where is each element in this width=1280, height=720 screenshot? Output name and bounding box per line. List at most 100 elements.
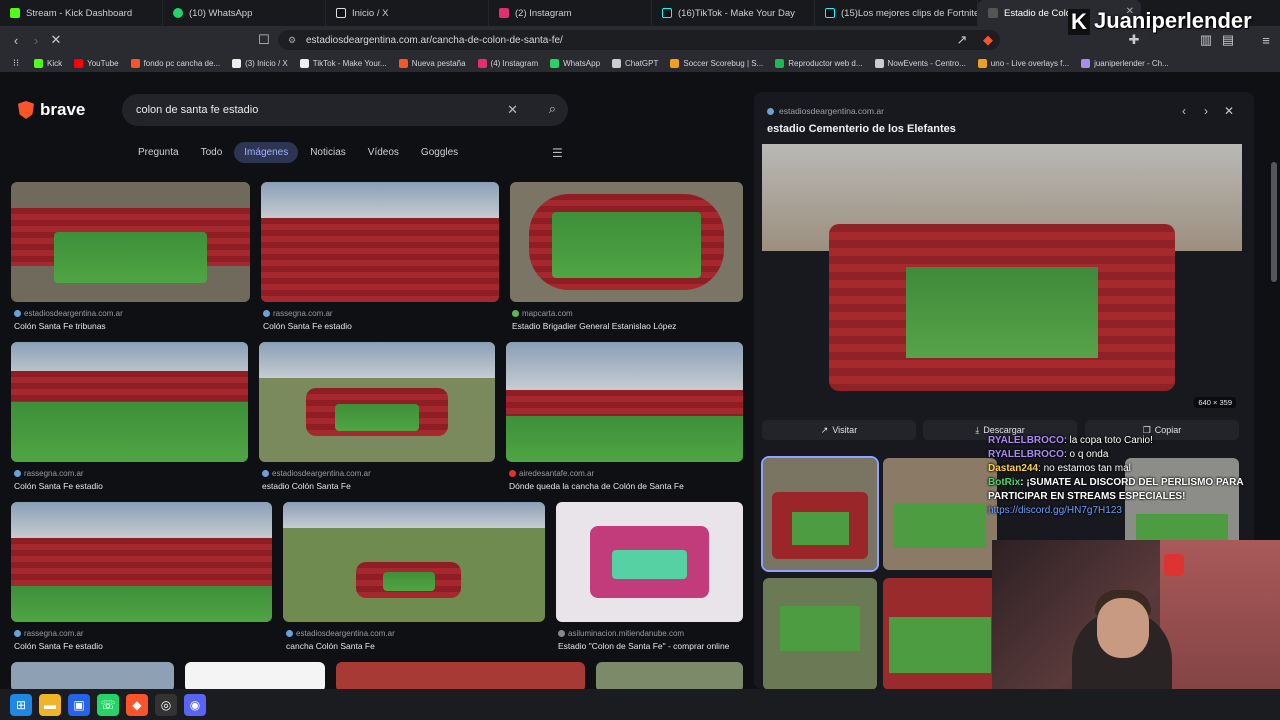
apps-icon[interactable]: ⁝⁝ bbox=[6, 53, 26, 73]
result-source[interactable]: rassegna.com.ar bbox=[263, 309, 333, 318]
result-image[interactable] bbox=[11, 662, 174, 689]
bookmark-nueva-pestana[interactable]: Nueva pestaña bbox=[398, 58, 466, 68]
related-image[interactable] bbox=[883, 578, 997, 689]
result-image[interactable] bbox=[596, 662, 743, 689]
bookmark-nowevents[interactable]: NowEvents - Centro... bbox=[874, 58, 966, 68]
bookmark-instagram[interactable]: (4) Instagram bbox=[477, 58, 538, 68]
bookmark-youtube[interactable]: YouTube bbox=[74, 58, 119, 68]
bookmark-label: ChatGPT bbox=[625, 58, 659, 68]
filters-icon[interactable]: ☰ bbox=[552, 146, 563, 160]
result-image[interactable] bbox=[11, 182, 250, 302]
kick-icon bbox=[34, 58, 43, 68]
close-icon[interactable]: ✕ bbox=[1224, 104, 1234, 118]
tab-imagenes[interactable]: Imágenes bbox=[234, 142, 299, 163]
result-image[interactable] bbox=[510, 182, 743, 302]
result-caption[interactable]: Dónde queda la cancha de Colón de Santa … bbox=[509, 481, 684, 491]
brave-shields-icon[interactable]: ◆ bbox=[978, 30, 998, 50]
preview-title[interactable]: estadio Cementerio de los Elefantes bbox=[767, 123, 956, 135]
tab-goggles[interactable]: Goggles bbox=[411, 142, 468, 163]
nowevents-icon bbox=[874, 58, 884, 68]
tab-todo[interactable]: Todo bbox=[191, 142, 233, 163]
bookmark-x[interactable]: (3) Inicio / X bbox=[232, 58, 288, 68]
menu-icon[interactable]: ≡ bbox=[1256, 30, 1276, 50]
visit-button[interactable]: ↗ Visitar bbox=[762, 420, 916, 440]
result-image[interactable] bbox=[506, 342, 743, 462]
tab-pregunta[interactable]: Pregunta bbox=[128, 142, 189, 163]
site-info-icon[interactable]: ⚙ bbox=[288, 35, 296, 46]
result-image[interactable] bbox=[11, 502, 272, 622]
clear-icon[interactable]: ✕ bbox=[507, 102, 518, 118]
result-caption[interactable]: estadio Colón Santa Fe bbox=[262, 481, 351, 491]
scrollbar[interactable] bbox=[1271, 162, 1277, 282]
chatgpt-icon bbox=[612, 58, 622, 68]
bookmark-spotify[interactable]: Reproductor web d... bbox=[775, 58, 863, 68]
preview-image[interactable]: 640 × 359 bbox=[762, 144, 1242, 412]
back-button[interactable]: ‹ bbox=[6, 30, 26, 50]
bookmark-chatgpt[interactable]: ChatGPT bbox=[612, 58, 659, 68]
result-caption[interactable]: Colón Santa Fe estadio bbox=[263, 321, 352, 331]
related-image[interactable] bbox=[763, 578, 877, 689]
discord-icon[interactable]: ◉ bbox=[184, 693, 206, 716]
bookmark-uno[interactable]: uno - Live overlays f... bbox=[977, 58, 1069, 68]
brave-logo[interactable]: brave bbox=[18, 100, 85, 120]
image-dimensions: 640 × 359 bbox=[1194, 397, 1236, 408]
bookmark-icon[interactable]: ☐ bbox=[254, 30, 274, 50]
tab-instagram[interactable]: (2) Instagram bbox=[489, 0, 652, 26]
result-caption[interactable]: Colón Santa Fe tribunas bbox=[14, 321, 106, 331]
obs-icon[interactable]: ◎ bbox=[155, 693, 177, 716]
result-image[interactable] bbox=[261, 182, 499, 302]
result-image[interactable] bbox=[283, 502, 545, 622]
related-image[interactable] bbox=[883, 458, 997, 570]
pitch-graphic bbox=[11, 586, 272, 622]
result-source[interactable]: rassegna.com.ar bbox=[14, 469, 84, 478]
search-input[interactable]: colon de santa fe estadio ✕ ⌕ bbox=[122, 94, 568, 126]
result-source[interactable]: estadiosdeargentina.com.ar bbox=[262, 469, 371, 478]
brave-icon[interactable]: ◆ bbox=[126, 693, 148, 716]
store-icon[interactable]: ▣ bbox=[68, 693, 90, 716]
result-image[interactable] bbox=[556, 502, 743, 622]
result-image[interactable] bbox=[11, 342, 248, 462]
bookmark-scorebug[interactable]: Soccer Scorebug | S... bbox=[670, 58, 763, 68]
favicon-icon bbox=[512, 310, 519, 317]
result-source[interactable]: asiluminacion.mitiendanube.com bbox=[558, 629, 684, 638]
tab-videos[interactable]: Vídeos bbox=[358, 142, 409, 163]
result-caption[interactable]: Colón Santa Fe estadio bbox=[14, 481, 103, 491]
result-source[interactable]: rassegna.com.ar bbox=[14, 629, 84, 638]
stop-button[interactable]: ✕ bbox=[46, 30, 66, 50]
forward-button[interactable]: › bbox=[26, 30, 46, 50]
share-icon[interactable]: ↗ bbox=[952, 30, 972, 50]
result-caption[interactable]: Estadio "Colon de Santa Fe" - comprar on… bbox=[558, 641, 729, 651]
result-image[interactable] bbox=[259, 342, 495, 462]
file-explorer-icon[interactable]: ▬ bbox=[39, 693, 61, 716]
bookmark-label: Reproductor web d... bbox=[788, 58, 863, 68]
result-caption[interactable]: Colón Santa Fe estadio bbox=[14, 641, 103, 651]
result-source[interactable]: mapcarta.com bbox=[512, 309, 573, 318]
windows-start-icon[interactable]: ⊞ bbox=[10, 693, 32, 716]
next-icon[interactable]: › bbox=[1204, 104, 1208, 118]
result-source[interactable]: estadiosdeargentina.com.ar bbox=[14, 309, 123, 318]
tab-tiktok[interactable]: (16)TikTok - Make Your Day bbox=[652, 0, 815, 26]
result-source[interactable]: estadiosdeargentina.com.ar bbox=[286, 629, 395, 638]
result-image[interactable] bbox=[336, 662, 585, 689]
tab-whatsapp[interactable]: (10) WhatsApp bbox=[163, 0, 326, 26]
related-image[interactable] bbox=[761, 456, 879, 572]
result-image[interactable] bbox=[185, 662, 325, 689]
result-source[interactable]: airedesantafe.com.ar bbox=[509, 469, 594, 478]
bookmark-whatsapp[interactable]: WhatsApp bbox=[550, 58, 600, 68]
x-icon bbox=[336, 8, 346, 18]
bookmark-tiktok[interactable]: TikTok - Make Your... bbox=[299, 58, 387, 68]
tab-x[interactable]: Inicio / X bbox=[326, 0, 489, 26]
tab-tiktok-fortnite[interactable]: (15)Los mejores clips de Fortnite y co bbox=[815, 0, 978, 26]
tab-kick[interactable]: Stream - Kick Dashboard bbox=[0, 0, 163, 26]
bookmark-kick[interactable]: Kick bbox=[34, 58, 62, 68]
preview-source[interactable]: estadiosdeargentina.com.ar bbox=[767, 106, 884, 116]
search-icon[interactable]: ⌕ bbox=[549, 101, 556, 117]
bookmark-juaniperlender[interactable]: juaniperlender - Ch... bbox=[1081, 58, 1169, 68]
address-bar[interactable]: ⚙ estadiosdeargentina.com.ar/cancha-de-co… bbox=[278, 30, 1000, 50]
tab-noticias[interactable]: Noticias bbox=[300, 142, 356, 163]
previous-icon[interactable]: ‹ bbox=[1182, 104, 1186, 118]
result-caption[interactable]: Estadio Brigadier General Estanislao Lóp… bbox=[512, 321, 676, 331]
result-caption[interactable]: cancha Colón Santa Fe bbox=[286, 641, 375, 651]
whatsapp-icon[interactable]: ☏ bbox=[97, 693, 119, 716]
bookmark-fondo-pc[interactable]: fondo pc cancha de... bbox=[130, 58, 220, 68]
